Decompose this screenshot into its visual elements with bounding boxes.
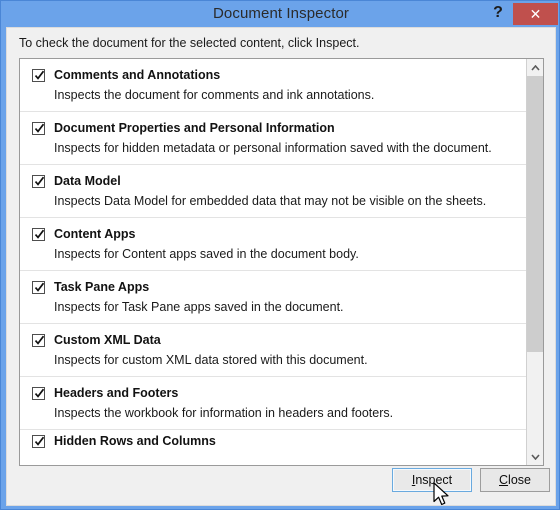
- list-item[interactable]: Headers and Footers Inspects the workboo…: [20, 377, 527, 430]
- document-inspector-dialog: Document Inspector ? ✕ To check the docu…: [0, 0, 560, 510]
- list-item-header: Document Properties and Personal Informa…: [32, 120, 517, 136]
- scroll-up-icon[interactable]: [527, 59, 543, 76]
- list-item-header: Content Apps: [32, 226, 517, 242]
- list-item-description: Inspects for Content apps saved in the d…: [54, 247, 359, 261]
- list-scrollbar[interactable]: [526, 59, 543, 465]
- title-bar: Document Inspector ? ✕: [1, 1, 559, 27]
- list-item-header: Headers and Footers: [32, 385, 517, 401]
- checkbox-icon[interactable]: [32, 227, 45, 241]
- list-item[interactable]: Custom XML Data Inspects for custom XML …: [20, 324, 527, 377]
- close-accelerator: C: [499, 473, 509, 487]
- list-item-header: Hidden Rows and Columns: [32, 433, 517, 448]
- inspect-button[interactable]: Inspect: [392, 468, 472, 492]
- list-item-title: Comments and Annotations: [54, 68, 221, 82]
- checkbox-icon[interactable]: [32, 280, 45, 294]
- scrollbar-thumb[interactable]: [527, 76, 543, 352]
- list-item-description: Inspects the workbook for information in…: [54, 406, 394, 420]
- instruction-text: To check the document for the selected c…: [19, 36, 360, 50]
- dialog-body: To check the document for the selected c…: [6, 27, 556, 506]
- scroll-down-icon[interactable]: [527, 448, 543, 465]
- list-item-header: Comments and Annotations: [32, 67, 517, 83]
- help-icon[interactable]: ?: [486, 1, 510, 25]
- checkbox-icon[interactable]: [32, 386, 45, 400]
- close-icon[interactable]: ✕: [513, 3, 558, 25]
- inspector-list-items: Comments and Annotations Inspects the do…: [20, 59, 527, 465]
- checkbox-icon[interactable]: [32, 434, 45, 448]
- list-item[interactable]: Hidden Rows and Columns: [20, 430, 527, 448]
- inspect-label-rest: nspect: [415, 473, 453, 487]
- list-item-description: Inspects for hidden metadata or personal…: [54, 141, 492, 155]
- list-item-description: Inspects Data Model for embedded data th…: [54, 194, 487, 208]
- list-item-header: Data Model: [32, 173, 517, 189]
- window-title: Document Inspector: [212, 5, 350, 22]
- list-item-title: Headers and Footers: [54, 386, 179, 400]
- list-item-description: Inspects for Task Pane apps saved in the…: [54, 300, 344, 314]
- list-item[interactable]: Data Model Inspects Data Model for embed…: [20, 165, 527, 218]
- list-item-description: Inspects the document for comments and i…: [54, 88, 375, 102]
- list-item[interactable]: Task Pane Apps Inspects for Task Pane ap…: [20, 271, 527, 324]
- list-item-title: Content Apps: [54, 227, 136, 241]
- list-item[interactable]: Comments and Annotations Inspects the do…: [20, 59, 527, 112]
- list-item-title: Task Pane Apps: [54, 280, 150, 294]
- list-item[interactable]: Content Apps Inspects for Content apps s…: [20, 218, 527, 271]
- close-button[interactable]: Close: [480, 468, 550, 492]
- checkbox-icon[interactable]: [32, 174, 45, 188]
- list-item-title: Custom XML Data: [54, 333, 161, 347]
- checkbox-icon[interactable]: [32, 121, 45, 135]
- list-item[interactable]: Document Properties and Personal Informa…: [20, 112, 527, 165]
- close-label-rest: lose: [508, 473, 531, 487]
- list-item-title: Document Properties and Personal Informa…: [54, 121, 335, 135]
- checkbox-icon[interactable]: [32, 333, 45, 347]
- list-item-title: Data Model: [54, 174, 121, 188]
- list-item-description: Inspects for custom XML data stored with…: [54, 353, 368, 367]
- list-item-header: Custom XML Data: [32, 332, 517, 348]
- list-item-title: Hidden Rows and Columns: [54, 434, 216, 448]
- inspector-list: Comments and Annotations Inspects the do…: [19, 58, 544, 466]
- list-item-header: Task Pane Apps: [32, 279, 517, 295]
- checkbox-icon[interactable]: [32, 68, 45, 82]
